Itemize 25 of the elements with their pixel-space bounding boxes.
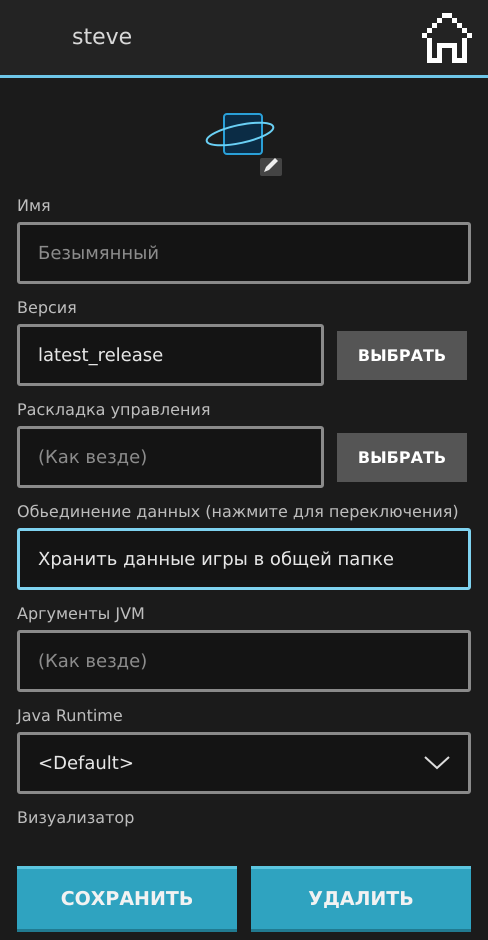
input-field[interactable]: (Как везде) [17,426,324,488]
profile-title: steve [72,25,132,50]
field-label: Аргументы JVM [17,604,146,624]
field-placeholder: Безымянный [38,242,160,264]
select-button[interactable]: ВЫБРАТЬ [337,432,467,482]
input-field[interactable]: Безымянный [17,222,471,284]
logo-icon[interactable] [204,112,284,176]
runtime-dropdown[interactable]: <Default> [17,732,471,794]
field-placeholder: (Как везде) [38,446,148,468]
field-value: latest_release [38,344,164,366]
input-field[interactable]: (Как везде) [17,630,471,692]
toggle-field[interactable]: Хранить данные игры в общей папке [17,528,471,590]
field-label: Имя [17,196,52,216]
field-label: Раскладка управления [17,400,212,420]
field-value: Хранить данные игры в общей папке [38,548,394,570]
home-icon[interactable] [422,12,472,62]
chevron-down-icon [424,756,450,770]
field-label: Версия [17,298,78,318]
field-label: Визуализатор [17,808,136,828]
field-label: Java Runtime [17,706,124,726]
select-button[interactable]: ВЫБРАТЬ [337,330,467,380]
field-value: <Default> [38,752,134,774]
input-field[interactable]: latest_release [17,324,324,386]
field-placeholder: (Как везде) [38,650,148,672]
field-label: Обьединение данных (нажмите для переключения) [17,502,460,522]
